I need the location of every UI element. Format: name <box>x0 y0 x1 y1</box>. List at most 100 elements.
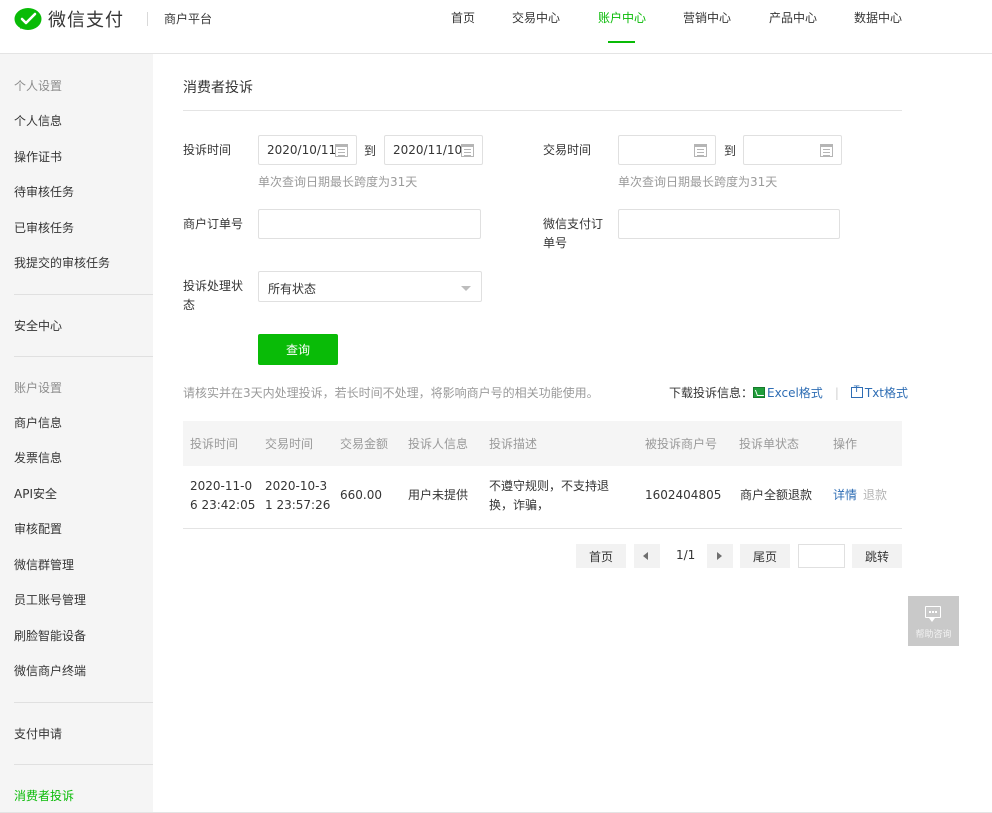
sidebar-item-merchant-terminal[interactable]: 微信商户终端 <box>14 662 86 679</box>
cell-merchant-no: 1602404805 <box>645 488 722 502</box>
column-header-complaint-time: 投诉时间 <box>190 437 239 451</box>
column-header-description: 投诉描述 <box>489 437 538 451</box>
sidebar-item-my-submitted-tasks[interactable]: 我提交的审核任务 <box>14 254 110 271</box>
sidebar-divider <box>14 294 153 295</box>
calendar-icon[interactable] <box>694 144 707 157</box>
complaint-time-from-field[interactable]: 2020/10/11 <box>258 135 357 165</box>
main-nav: 首页 交易中心 账户中心 营销中心 产品中心 数据中心 <box>0 9 992 53</box>
cell-trade-time-line1: 2020-10-3 <box>265 479 328 493</box>
page-indicator: 1/1 <box>676 548 696 562</box>
column-header-trade-time: 交易时间 <box>265 437 314 451</box>
column-header-status: 投诉单状态 <box>739 437 800 451</box>
column-header-actions: 操作 <box>833 437 858 451</box>
cell-complaint-time-line2: 6 23:42:05 <box>190 498 256 512</box>
chevron-right-icon <box>717 552 722 560</box>
column-header-amount: 交易金额 <box>340 437 389 451</box>
wx-order-no-label-line1: 微信支付订 <box>543 217 604 231</box>
complaint-time-from-value: 2020/10/11 <box>267 143 337 157</box>
sidebar-item-face-devices[interactable]: 刷脸智能设备 <box>14 627 86 644</box>
cell-amount: 660.00 <box>340 488 382 502</box>
detail-link[interactable]: 详情 <box>833 486 857 504</box>
sidebar: 个人设置 个人信息 操作证书 待审核任务 已审核任务 我提交的审核任务 安全中心… <box>0 54 153 813</box>
download-excel-text: Excel格式 <box>767 386 823 400</box>
cell-status: 商户全额退款 <box>740 488 813 502</box>
nav-marketing-center[interactable]: 营销中心 <box>683 9 731 26</box>
trade-time-from-field[interactable] <box>618 135 716 165</box>
cell-trade-time-line2: 1 23:57:26 <box>265 498 331 512</box>
download-excel-link[interactable]: Excel格式 <box>753 384 823 401</box>
sidebar-item-pending-tasks[interactable]: 待审核任务 <box>14 183 74 200</box>
download-txt-text: Txt格式 <box>864 386 908 400</box>
download-txt-link[interactable]: Txt格式 <box>850 384 908 401</box>
next-page-button[interactable] <box>707 544 733 568</box>
download-label: 下载投诉信息： <box>669 386 754 400</box>
calendar-icon[interactable] <box>461 144 474 157</box>
date-range-separator: 到 <box>364 144 377 158</box>
order-no-input[interactable] <box>258 209 481 239</box>
trade-time-to-field[interactable] <box>743 135 842 165</box>
sidebar-item-consumer-complaint[interactable]: 消费者投诉 <box>14 787 74 804</box>
calendar-icon[interactable] <box>820 144 833 157</box>
wx-order-no-label-line2: 单号 <box>543 236 568 250</box>
nav-trade-center[interactable]: 交易中心 <box>512 9 560 26</box>
nav-data-center[interactable]: 数据中心 <box>854 9 902 26</box>
cell-description-line2: 换，诈骗， <box>489 498 550 512</box>
cell-description-line1: 不遵守规则，不支持退 <box>489 479 610 493</box>
processing-notice: 请核实并在3天内处理投诉，若长时间不处理，将影响商户号的相关功能使用。 <box>183 386 599 400</box>
chevron-left-icon <box>643 552 648 560</box>
sidebar-item-reviewed-tasks[interactable]: 已审核任务 <box>14 219 74 236</box>
sidebar-item-personal-info[interactable]: 个人信息 <box>14 112 62 129</box>
chevron-down-icon <box>461 286 471 291</box>
top-bar: 微信支付 商户平台 首页 交易中心 账户中心 营销中心 产品中心 数据中心 <box>0 0 992 54</box>
first-page-button[interactable]: 首页 <box>576 544 626 568</box>
complaint-time-label: 投诉时间 <box>183 143 232 157</box>
download-bar: 下载投诉信息： Excel格式 | Txt格式 <box>669 384 908 401</box>
cell-complainant: 用户未提供 <box>408 488 469 502</box>
nav-active-indicator <box>608 41 635 43</box>
sidebar-item-certificate[interactable]: 操作证书 <box>14 148 62 165</box>
sidebar-divider <box>14 702 153 703</box>
wx-order-no-input[interactable] <box>618 209 840 239</box>
column-header-merchant-no: 被投诉商户号 <box>645 437 718 451</box>
help-float-button[interactable]: 帮助咨询 <box>908 596 959 646</box>
status-label-line1: 投诉处理状 <box>183 279 244 293</box>
refund-link: 退款 <box>863 488 888 502</box>
last-page-button[interactable]: 尾页 <box>740 544 790 568</box>
jump-page-input[interactable] <box>798 544 845 568</box>
sidebar-item-staff-accounts[interactable]: 员工账号管理 <box>14 591 86 608</box>
sidebar-item-security[interactable]: 安全中心 <box>14 317 62 334</box>
sidebar-group-account: 账户设置 <box>14 381 63 395</box>
download-separator: | <box>834 385 839 400</box>
jump-button[interactable]: 跳转 <box>852 544 902 568</box>
column-header-complainant: 投诉人信息 <box>408 437 469 451</box>
status-select-value: 所有状态 <box>268 282 317 296</box>
chat-icon <box>925 606 941 622</box>
excel-icon <box>753 387 766 398</box>
sidebar-item-merchant-info[interactable]: 商户信息 <box>14 414 62 431</box>
nav-home[interactable]: 首页 <box>451 9 475 26</box>
table-row: 2020-11-0 6 23:42:05 2020-10-3 1 23:57:2… <box>183 466 902 529</box>
complaint-time-hint: 单次查询日期最长跨度为31天 <box>258 175 418 189</box>
sidebar-item-api-security[interactable]: API安全 <box>14 485 57 502</box>
complaint-time-to-field[interactable]: 2020/11/10 <box>384 135 483 165</box>
order-no-label: 商户订单号 <box>183 217 244 231</box>
query-button[interactable]: 查询 <box>258 334 338 365</box>
sidebar-item-payment-apply[interactable]: 支付申请 <box>14 725 62 742</box>
status-label-line2: 态 <box>183 298 196 312</box>
trade-time-label: 交易时间 <box>543 143 592 157</box>
sidebar-item-invoice-info[interactable]: 发票信息 <box>14 449 62 466</box>
prev-page-button[interactable] <box>634 544 660 568</box>
txt-file-icon <box>850 385 863 398</box>
complaint-time-to-value: 2020/11/10 <box>393 143 463 157</box>
sidebar-item-review-config[interactable]: 审核配置 <box>14 520 62 537</box>
cell-complaint-time-line1: 2020-11-0 <box>190 479 253 493</box>
page-title: 消费者投诉 <box>183 80 253 96</box>
status-select[interactable]: 所有状态 <box>258 271 482 302</box>
table-header: 投诉时间 交易时间 交易金额 投诉人信息 投诉描述 被投诉商户号 投诉单状态 操… <box>183 421 902 466</box>
title-divider <box>183 110 902 111</box>
nav-account-center[interactable]: 账户中心 <box>598 9 646 26</box>
help-float-text: 帮助咨询 <box>915 630 952 640</box>
sidebar-item-wechat-group[interactable]: 微信群管理 <box>14 556 74 573</box>
nav-product-center[interactable]: 产品中心 <box>769 9 817 26</box>
calendar-icon[interactable] <box>335 144 348 157</box>
